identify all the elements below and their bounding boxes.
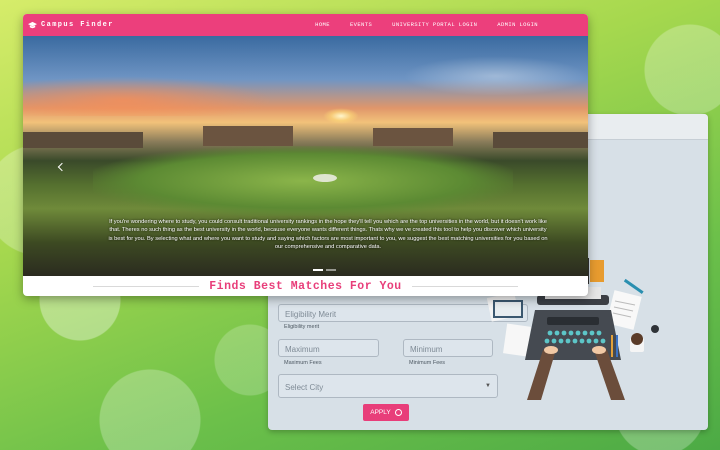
maximum-fees-input[interactable]: Maximum xyxy=(278,339,379,357)
refresh-icon xyxy=(394,409,402,416)
hero-cloud xyxy=(403,56,588,96)
hero-carousel: If you're wondering where to study, you … xyxy=(23,36,588,276)
carousel-dot[interactable] xyxy=(326,269,336,271)
navbar: Campus Finder HOME EVENTS UNIVERSITY POR… xyxy=(23,14,588,36)
eligibility-merit-hint: Eligibility merit xyxy=(284,324,320,330)
maximum-fees-hint: Maximum Fees xyxy=(284,360,322,366)
nav-links: HOME EVENTS UNIVERSITY PORTAL LOGIN ADMI… xyxy=(315,21,538,28)
nav-admin-login[interactable]: ADMIN LOGIN xyxy=(497,21,538,28)
apply-button[interactable]: APPLY xyxy=(363,404,409,421)
section-title: Finds Best Matches For You xyxy=(199,279,412,293)
apply-button-label: APPLY xyxy=(370,409,391,416)
hero-cloud xyxy=(23,76,273,116)
brand-name: Campus Finder xyxy=(41,21,114,29)
city-select[interactable]: Select City ▼ xyxy=(278,374,498,398)
graduation-cap-icon xyxy=(28,21,37,28)
carousel-dot[interactable] xyxy=(313,269,323,271)
nav-university-portal-login[interactable]: UNIVERSITY PORTAL LOGIN xyxy=(392,21,477,28)
carousel-indicators xyxy=(313,269,336,271)
main-window: Campus Finder HOME EVENTS UNIVERSITY POR… xyxy=(23,14,588,296)
minimum-fees-hint: Minimum Fees xyxy=(409,360,446,366)
city-select-value: Select City xyxy=(285,383,324,392)
campus-lawn xyxy=(93,146,513,216)
brand[interactable]: Campus Finder xyxy=(23,21,114,30)
hero-description: If you're wondering where to study, you … xyxy=(108,219,548,250)
section-header: Finds Best Matches For You xyxy=(23,276,588,296)
nav-events[interactable]: EVENTS xyxy=(350,21,372,28)
chevron-left-icon[interactable] xyxy=(57,162,67,172)
campus-fountain xyxy=(313,174,337,182)
nav-home[interactable]: HOME xyxy=(315,21,330,28)
